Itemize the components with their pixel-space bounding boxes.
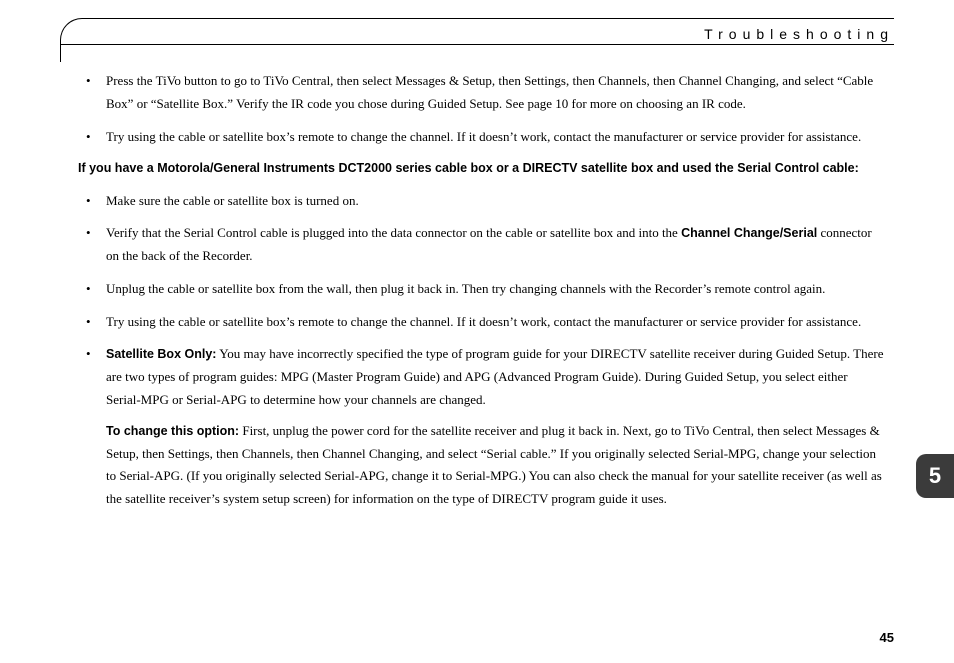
list-item: Verify that the Serial Control cable is … — [78, 222, 884, 268]
list-item: Unplug the cable or satellite box from t… — [78, 278, 884, 301]
bullet-list-top: Press the TiVo button to go to TiVo Cent… — [78, 70, 884, 148]
list-item: Make sure the cable or satellite box is … — [78, 190, 884, 213]
list-item: Press the TiVo button to go to TiVo Cent… — [78, 70, 884, 116]
header-top-rule — [82, 18, 894, 19]
list-item: Satellite Box Only: You may have incorre… — [78, 343, 884, 511]
header-curve — [60, 18, 104, 62]
page: Troubleshooting Press the TiVo button to… — [0, 0, 954, 663]
header-divider: Troubleshooting — [60, 18, 894, 44]
chapter-tab: 5 — [916, 454, 954, 498]
content-area: Press the TiVo button to go to TiVo Cent… — [60, 60, 894, 511]
bold-label: To change this option: — [106, 424, 239, 438]
bullet-list-main: Make sure the cable or satellite box is … — [78, 190, 884, 511]
bold-label: Satellite Box Only: — [106, 347, 216, 361]
section-title: Troubleshooting — [694, 26, 894, 42]
header-bottom-rule — [60, 44, 894, 45]
sub-paragraph: To change this option: First, unplug the… — [106, 420, 884, 511]
list-item: Try using the cable or satellite box’s r… — [78, 126, 884, 149]
condition-heading: If you have a Motorola/General Instrumen… — [78, 158, 884, 179]
bold-term: Channel Change/Serial — [681, 226, 817, 240]
text-fragment: You may have incorrectly specified the t… — [106, 346, 883, 407]
page-number: 45 — [880, 630, 894, 645]
list-item: Try using the cable or satellite box’s r… — [78, 311, 884, 334]
text-fragment: Verify that the Serial Control cable is … — [106, 225, 681, 240]
